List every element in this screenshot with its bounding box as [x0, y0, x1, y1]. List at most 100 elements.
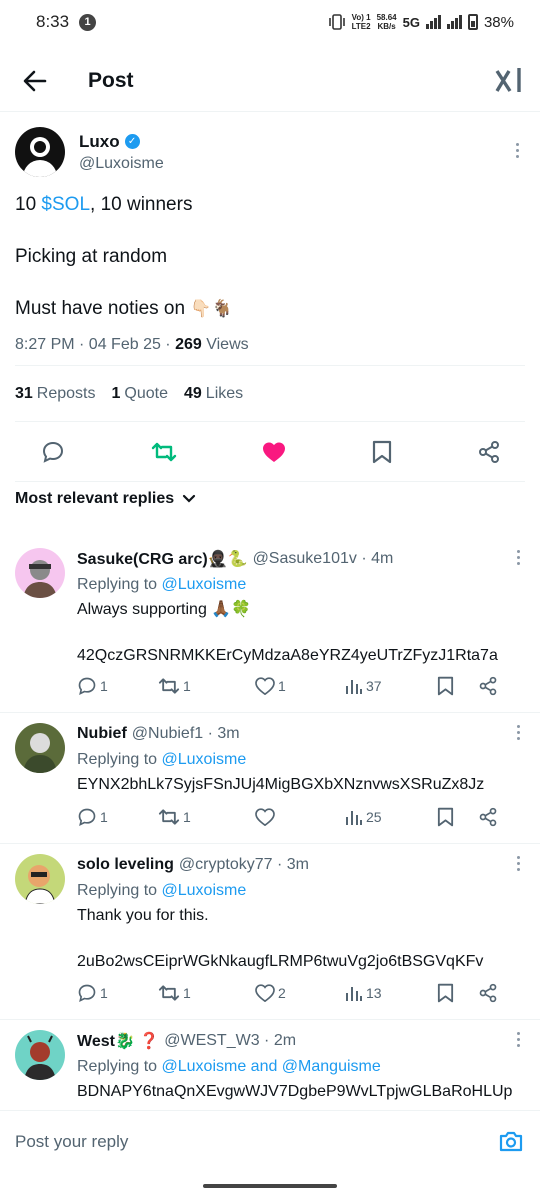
repost-count-button[interactable]: 1 — [158, 676, 255, 696]
avatar[interactable] — [15, 723, 65, 773]
signal-icon-2 — [446, 15, 462, 29]
reply-author-handle[interactable]: @Sasuke101v — [253, 550, 357, 568]
status-time: 8:33 — [36, 12, 70, 31]
reply-composer[interactable]: Post your reply — [0, 1110, 540, 1172]
views-chart-icon — [346, 680, 362, 694]
reply-text: Thank you for this. — [77, 907, 209, 924]
replies-sort-dropdown[interactable]: Most relevant replies — [15, 490, 196, 508]
views-chart-icon — [346, 811, 362, 825]
reply-text-address: BDNAPY6tnaQnXEvgwWJV7DgbeP9WvLTpjwGLBaRo… — [77, 1083, 513, 1100]
replying-to: Replying to @Luxoisme — [77, 751, 247, 768]
like-count-button[interactable]: 2 — [255, 984, 345, 1002]
reply-count-button[interactable]: 1 — [77, 807, 158, 827]
reply-text-address: EYNX2bhLk7SyjsFSnJUj4MigBGXbXNznvwsXSRuZ… — [77, 776, 485, 793]
reply-item[interactable]: Sasuke(CRG arc)🥷🏿🐍 @Sasuke101v · 4m Reply… — [0, 538, 540, 713]
reply-author-name[interactable]: Nubief — [77, 725, 127, 743]
replying-to: Replying to @Luxoisme — [77, 576, 247, 593]
like-count-button[interactable] — [255, 808, 345, 826]
reply-author-handle[interactable]: @Nubief1 — [132, 725, 203, 743]
avatar[interactable] — [15, 1030, 65, 1080]
avatar[interactable] — [15, 127, 65, 177]
reply-icon[interactable] — [41, 440, 65, 464]
volte-indicator: Vo) 1 LTE2 — [351, 13, 371, 31]
more-options-icon[interactable] — [512, 852, 524, 874]
share-icon[interactable] — [478, 807, 498, 827]
post-author: Luxo ✓ @Luxoisme — [15, 112, 525, 192]
reply-icon — [78, 677, 96, 695]
reply-icon — [78, 984, 96, 1002]
like-icon — [255, 808, 275, 826]
repost-icon — [158, 678, 180, 694]
cashtag-link[interactable]: $SOL — [41, 194, 90, 215]
status-bar: 8:33 1 Vo) 1 LTE2 58.64 KB/s 5G 38% — [0, 0, 540, 44]
reply-item[interactable]: solo leveling @cryptoky77 · 3m Replying t… — [0, 844, 540, 1020]
quotes-stat[interactable]: 1 Quote — [112, 385, 169, 403]
vibrate-icon — [328, 14, 345, 30]
like-icon[interactable] — [262, 441, 286, 463]
reply-author-name[interactable]: West🐉 ❓ — [77, 1031, 159, 1051]
views-count-button[interactable]: 37 — [345, 677, 437, 695]
reply-item[interactable]: West🐉 ❓ @WEST_W3 · 2m Replying to @Luxois… — [0, 1020, 540, 1110]
reply-author-name[interactable]: Sasuke(CRG arc)🥷🏿🐍 — [77, 549, 248, 569]
notification-badge: 1 — [79, 13, 97, 31]
back-button[interactable] — [0, 50, 70, 112]
reply-author-name[interactable]: solo leveling — [77, 856, 174, 874]
post-stats: 31 Reposts 1 Quote 49 Likes — [15, 366, 525, 422]
like-icon — [255, 984, 275, 1002]
more-options-icon[interactable] — [509, 138, 525, 162]
reply-text-address: 2uBo2wsCEiprWGkNkaugfLRMP6twuVg2jo6tBSGV… — [77, 953, 484, 970]
replying-to-link[interactable]: @Luxoisme and @Manguisme — [162, 1058, 381, 1075]
home-indicator[interactable] — [203, 1184, 337, 1188]
more-options-icon[interactable] — [512, 546, 524, 568]
share-icon[interactable] — [477, 440, 501, 464]
post-meta: 8:27 PM · 04 Feb 25 · 269 Views — [15, 336, 525, 366]
like-icon — [255, 677, 275, 695]
repost-icon — [158, 985, 180, 1001]
share-icon[interactable] — [478, 676, 498, 696]
reply-count-button[interactable]: 1 — [77, 676, 158, 696]
reply-author-handle[interactable]: @WEST_W3 — [164, 1032, 259, 1050]
views-count-button[interactable]: 25 — [345, 808, 437, 826]
network-speed: 58.64 KB/s — [376, 13, 397, 31]
repost-count-button[interactable]: 1 — [158, 983, 255, 1003]
replying-to: Replying to @Luxoisme — [77, 882, 247, 899]
battery-level: 38% — [483, 13, 514, 31]
replying-to-link[interactable]: @Luxoisme — [162, 751, 247, 768]
verified-badge-icon: ✓ — [124, 134, 140, 149]
more-options-icon[interactable] — [512, 1028, 524, 1050]
replying-to-link[interactable]: @Luxoisme — [162, 576, 247, 593]
arrow-left-icon — [23, 70, 47, 91]
reply-count-button[interactable]: 1 — [77, 983, 158, 1003]
status-icons: Vo) 1 LTE2 58.64 KB/s 5G 38% — [328, 13, 514, 31]
bookmark-icon[interactable] — [437, 807, 454, 827]
likes-stat[interactable]: 49 Likes — [184, 385, 243, 403]
grok-button[interactable] — [494, 65, 524, 95]
reposts-stat[interactable]: 31 Reposts — [15, 385, 96, 403]
bookmark-icon[interactable] — [437, 983, 454, 1003]
main-post: Luxo ✓ @Luxoisme 10 $SOL, 10 winners Pick… — [0, 112, 540, 482]
camera-icon[interactable] — [498, 1129, 524, 1153]
like-count-button[interactable]: 1 — [255, 677, 345, 695]
reply-author-handle[interactable]: @cryptoky77 — [179, 856, 273, 874]
reply-item[interactable]: Nubief @Nubief1 · 3m Replying to @Luxoism… — [0, 713, 540, 844]
top-bar: Post — [0, 50, 540, 112]
views-count-button[interactable]: 13 — [345, 984, 437, 1002]
bookmark-icon[interactable] — [437, 676, 454, 696]
repost-count-button[interactable]: 1 — [158, 807, 255, 827]
page-title: Post — [88, 68, 134, 92]
grok-icon — [495, 68, 521, 92]
author-handle[interactable]: @Luxoisme — [79, 155, 164, 173]
share-icon[interactable] — [478, 983, 498, 1003]
replying-to-link[interactable]: @Luxoisme — [162, 882, 247, 899]
post-actions — [15, 422, 525, 482]
bookmark-icon[interactable] — [372, 440, 392, 464]
reply-input[interactable]: Post your reply — [15, 1132, 128, 1152]
more-options-icon[interactable] — [512, 721, 524, 743]
author-name[interactable]: Luxo ✓ — [79, 132, 164, 152]
post-text: 10 $SOL, 10 winners Picking at random Mu… — [15, 194, 233, 319]
repost-icon[interactable] — [151, 440, 177, 464]
avatar[interactable] — [15, 548, 65, 598]
avatar[interactable] — [15, 854, 65, 904]
views-chart-icon — [346, 987, 362, 1001]
reply-text: Always supporting 🙏🏾🍀 — [77, 601, 252, 618]
